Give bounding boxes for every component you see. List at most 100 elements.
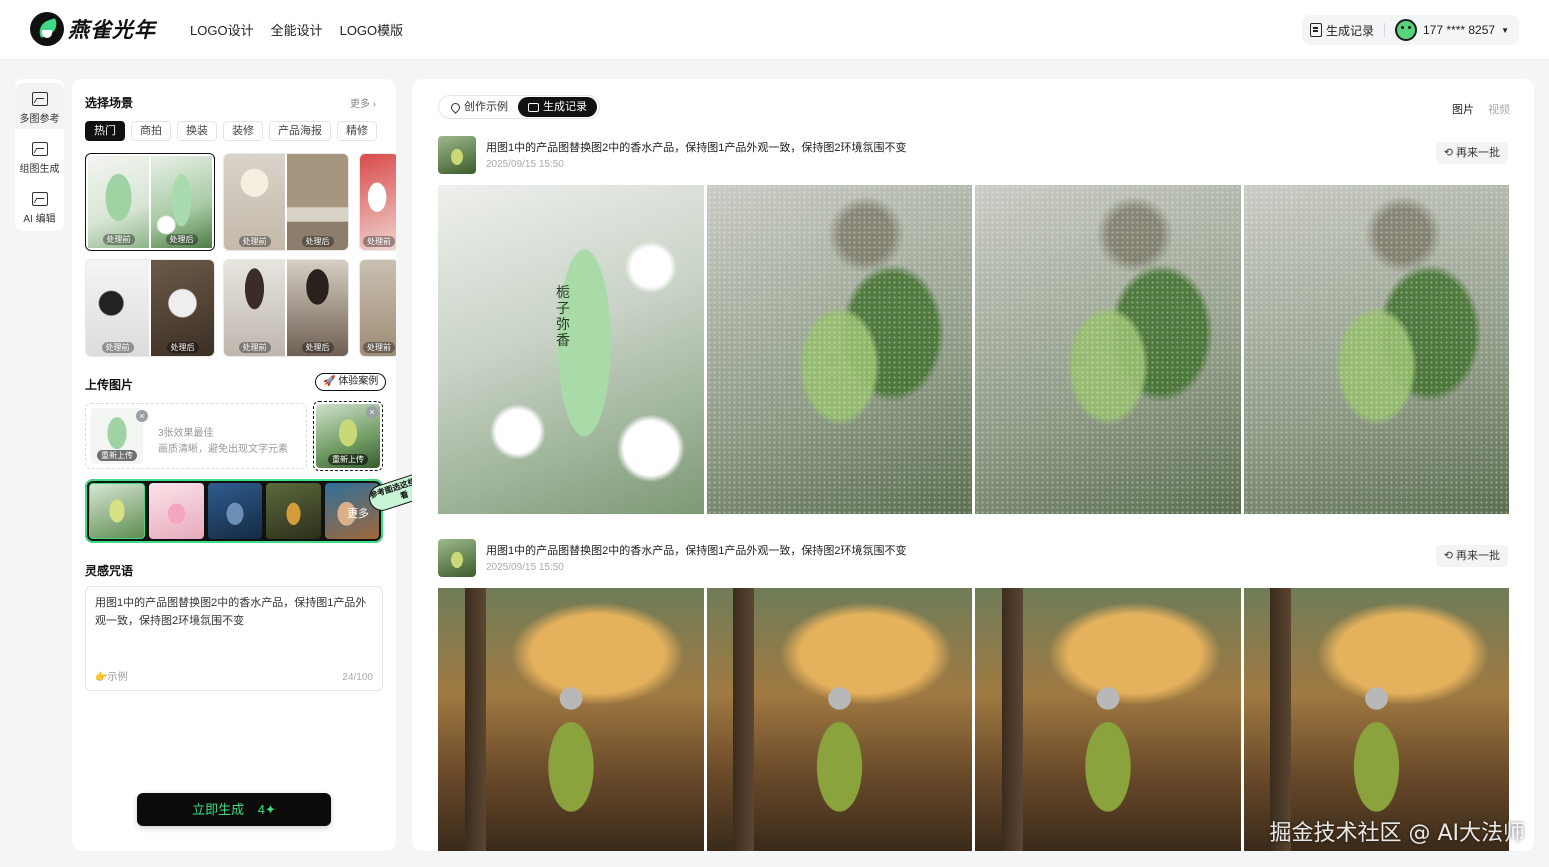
history-label: 生成记录 (1325, 23, 1374, 38)
rail-label: 组图生成 (19, 164, 60, 175)
before-tag: 处理前 (238, 342, 271, 353)
record-thumbnail[interactable] (438, 539, 476, 577)
chip-poster[interactable]: 产品海报 (269, 121, 331, 141)
regenerate-button[interactable]: 再来一批 (1435, 545, 1508, 567)
product-label-text: 栀子弥香 (556, 285, 570, 349)
reference-option[interactable] (89, 483, 146, 539)
results-area: 创作示例 生成记录 图片 视频 用图1中的产品图替换图2中的香水产品，保持图1产… (412, 79, 1534, 851)
result-image-loading[interactable] (706, 185, 972, 514)
scene-card-interior[interactable]: 处理前 处理后 (223, 153, 349, 251)
experience-label: 体验案例 (338, 376, 379, 387)
tab-history[interactable]: 生成记录 (518, 97, 597, 117)
reference-option[interactable] (149, 483, 204, 539)
user-menu[interactable]: 177 **** 8257 ▼ (1395, 19, 1509, 41)
rail-item-ai-edit[interactable]: AI 编辑 (15, 183, 64, 229)
scene-before: 处理前 (86, 260, 149, 356)
top-bar: 燕雀光年 LOGO设计 全能设计 LOGO模版 生成记录 177 **** 82… (0, 0, 1549, 60)
scene-after: 处理后 (287, 260, 348, 356)
location-pin-icon (449, 100, 462, 114)
media-tabs: 图片 视频 (1452, 101, 1510, 117)
more-label: 更多 (347, 508, 370, 520)
rail-label: AI 编辑 (23, 214, 56, 225)
result-grid: 栀子弥香 (438, 185, 1509, 514)
account-area: 生成记录 177 **** 8257 ▼ (1301, 15, 1519, 45)
record-thumbnail[interactable] (438, 136, 476, 174)
view-switch: 创作示例 生成记录 (438, 95, 600, 119)
brand-logo[interactable]: 燕雀光年 (30, 12, 156, 46)
scene-title: 选择场景 (85, 96, 134, 110)
scene-card-bottle[interactable]: 处理前 处理后 (85, 153, 215, 251)
rail-item-group-gen[interactable]: 组图生成 (15, 133, 64, 179)
upload-title: 上传图片 (85, 378, 134, 392)
experience-case-button[interactable]: 🚀 体验案例 (315, 373, 387, 391)
upload-dropzone[interactable]: 重新上传 × 3张效果最佳 画质清晰，避免出现文字元素 (85, 403, 307, 469)
more-scenes-link[interactable]: 更多 › (350, 95, 376, 110)
result-image[interactable] (706, 588, 972, 851)
record-prompt: 用图1中的产品图替换图2中的香水产品，保持图1产品外观一致，保持图2环境氛围不变 (486, 142, 907, 154)
result-image[interactable]: 栀子弥香 (438, 185, 704, 514)
user-phone: 177 **** 8257 (1423, 23, 1496, 37)
after-tag: 处理后 (165, 234, 198, 245)
generate-cost: 4✦ (257, 802, 276, 817)
result-image[interactable] (975, 588, 1241, 851)
reupload-button[interactable]: 重新上传 (97, 450, 137, 461)
tab-videos[interactable]: 视频 (1488, 101, 1510, 117)
scene-card-room[interactable]: 处理前 (359, 259, 396, 357)
result-image-loading[interactable] (1243, 185, 1509, 514)
history-button[interactable]: 生成记录 (1309, 22, 1374, 39)
images-icon (31, 92, 48, 106)
tab-label: 创作示例 (464, 101, 508, 113)
tab-images[interactable]: 图片 (1452, 101, 1474, 117)
before-tag: 处理前 (363, 342, 395, 353)
top-nav: LOGO设计 全能设计 LOGO模版 (190, 20, 403, 39)
scene-after: 处理后 (151, 260, 214, 356)
before-tag: 处理前 (363, 236, 395, 247)
reupload-button[interactable]: 重新上传 (328, 454, 368, 465)
result-image-loading[interactable] (975, 185, 1241, 514)
scene-before: 处理前 (360, 154, 396, 250)
record-header: 用图1中的产品图替换图2中的香水产品，保持图1产品外观一致，保持图2环境氛围不变… (438, 136, 1508, 176)
char-counter: 24/100 (342, 672, 373, 683)
caret-down-icon: ▼ (1501, 25, 1509, 35)
nav-logo-templates[interactable]: LOGO模版 (340, 20, 404, 39)
scene-card-shoe[interactable]: 处理前 (359, 153, 396, 251)
result-image[interactable] (438, 588, 704, 851)
chip-decor[interactable]: 装修 (223, 121, 263, 141)
rail-label: 多图参考 (19, 114, 60, 125)
scene-before: 处理前 (360, 260, 396, 356)
chip-commercial[interactable]: 商拍 (131, 121, 171, 141)
grid-image-icon (31, 142, 48, 156)
scene-after: 处理后 (287, 154, 348, 250)
chip-retouch[interactable]: 精修 (337, 121, 377, 141)
remove-icon[interactable]: × (136, 410, 148, 422)
reference-option[interactable] (266, 483, 321, 539)
reference-option[interactable] (207, 483, 263, 539)
divider (1384, 23, 1385, 37)
generate-label: 立即生成 (192, 802, 245, 817)
scene-card-desk[interactable]: 处理前 处理后 (85, 259, 215, 357)
before-tag: 处理前 (238, 236, 271, 247)
result-image[interactable] (1243, 588, 1509, 851)
before-tag: 处理前 (102, 234, 135, 245)
upload-hint: 3张效果最佳 (158, 428, 214, 439)
chip-outfit[interactable]: 换装 (177, 121, 217, 141)
after-tag: 处理后 (166, 342, 199, 353)
reference-gallery: 更多 (85, 479, 383, 543)
avatar (1395, 19, 1417, 41)
nav-all-design[interactable]: 全能设计 (271, 20, 323, 39)
nav-logo-design[interactable]: LOGO设计 (190, 20, 254, 39)
tab-examples[interactable]: 创作示例 (441, 97, 518, 117)
document-icon (1309, 23, 1322, 37)
scene-chips: 热门 商拍 换装 装修 产品海报 精修 (85, 121, 377, 141)
regenerate-button[interactable]: 再来一批 (1435, 142, 1508, 164)
reference-image-slot[interactable]: 重新上传 × (313, 401, 383, 471)
example-link[interactable]: 👉示例 (95, 668, 127, 683)
rail-item-multi-ref[interactable]: 多图参考 (15, 83, 64, 129)
chip-hot[interactable]: 热门 (85, 121, 125, 141)
cost-value: 4 (257, 802, 265, 817)
prompt-textarea[interactable]: 用图1中的产品图替换图2中的香水产品，保持图1产品外观一致，保持图2环境氛围不变… (85, 586, 383, 691)
record-icon (528, 102, 539, 112)
remove-icon[interactable]: × (366, 406, 378, 418)
generate-button[interactable]: 立即生成 4✦ (137, 793, 331, 826)
scene-card-fashion[interactable]: 处理前 处理后 (223, 259, 349, 357)
